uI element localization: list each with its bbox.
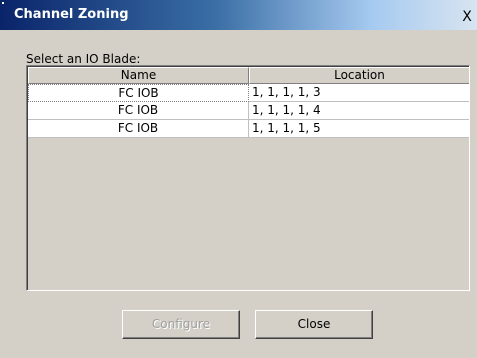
close-button[interactable]: Close bbox=[255, 310, 373, 339]
configure-button[interactable]: Configure bbox=[122, 310, 240, 339]
cell-location: 1, 1, 1, 1, 5 bbox=[249, 120, 469, 138]
title-bar-mark bbox=[2, 2, 4, 4]
dialog-title: Channel Zoning bbox=[14, 7, 129, 22]
close-icon[interactable]: X bbox=[460, 10, 474, 24]
table-inner-frame: Name Location FC IOB 1, 1, 1, 1, 3 FC IO… bbox=[27, 66, 469, 290]
select-blade-label: Select an IO Blade: bbox=[26, 52, 141, 66]
column-header-name[interactable]: Name bbox=[28, 67, 249, 84]
cell-name: FC IOB bbox=[28, 120, 249, 138]
channel-zoning-dialog: Channel Zoning X Select an IO Blade: Nam… bbox=[0, 0, 477, 358]
table-row[interactable]: FC IOB 1, 1, 1, 1, 3 bbox=[28, 84, 469, 102]
cell-location: 1, 1, 1, 1, 4 bbox=[249, 102, 469, 120]
column-header-location[interactable]: Location bbox=[249, 67, 469, 84]
table-row[interactable]: FC IOB 1, 1, 1, 1, 4 bbox=[28, 102, 469, 120]
cell-name: FC IOB bbox=[28, 84, 249, 102]
table-header: Name Location bbox=[28, 67, 469, 84]
cell-name: FC IOB bbox=[28, 102, 249, 120]
title-bar[interactable]: Channel Zoning bbox=[0, 0, 477, 30]
cell-location: 1, 1, 1, 1, 3 bbox=[249, 84, 469, 102]
io-blade-table[interactable]: Name Location FC IOB 1, 1, 1, 1, 3 FC IO… bbox=[26, 65, 470, 291]
table-row[interactable]: FC IOB 1, 1, 1, 1, 5 bbox=[28, 120, 469, 138]
